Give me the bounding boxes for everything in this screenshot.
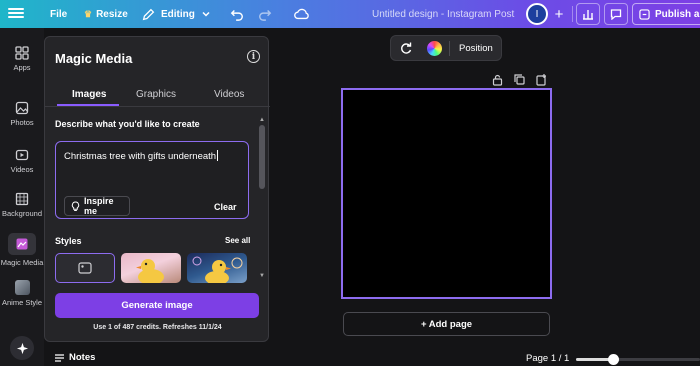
color-picker-icon[interactable] [427, 41, 442, 56]
rail-item-anime-style[interactable]: Anime Style [0, 280, 44, 307]
document-title[interactable]: Untitled design - Instagram Post [372, 0, 514, 28]
plus-icon: + [554, 5, 564, 23]
rail-label: Apps [13, 63, 31, 72]
top-bar: File ♛ Resize Editing Untitled design - … [0, 0, 700, 28]
notes-label: Notes [69, 352, 96, 363]
image-icon [78, 262, 92, 274]
styles-heading: Styles [55, 236, 82, 246]
info-icon[interactable]: i [247, 50, 260, 63]
rail-label: Magic Media [0, 258, 44, 267]
comment-button[interactable] [604, 3, 628, 25]
duck-thumbnail [136, 259, 164, 283]
avatar[interactable]: I [526, 3, 548, 25]
apps-icon [15, 46, 29, 60]
publish-label: Publish as [655, 8, 700, 20]
notes-button[interactable]: Notes [54, 352, 95, 363]
tab-images[interactable]: Images [72, 89, 106, 100]
position-button[interactable]: Position [459, 43, 493, 54]
redo-button[interactable] [258, 0, 272, 28]
rail-label: Videos [10, 165, 34, 174]
sparkle-icon [16, 342, 28, 354]
panel-scrollbar[interactable]: ▲ ▼ [259, 117, 265, 281]
redo-icon [259, 10, 272, 21]
style-option-duck-bubbles[interactable] [187, 253, 247, 283]
tab-graphics[interactable]: Graphics [136, 89, 176, 100]
lock-icon [492, 74, 503, 86]
scrollbar-thumb[interactable] [259, 125, 265, 189]
magic-media-icon [16, 238, 28, 250]
pencil-icon [142, 8, 155, 20]
add-page-icon [536, 74, 546, 86]
design-canvas[interactable] [341, 88, 552, 299]
undo-button[interactable] [230, 0, 244, 28]
lightbulb-icon [71, 201, 80, 211]
editing-mode-button[interactable]: Editing [142, 0, 211, 28]
editing-label: Editing [161, 8, 195, 20]
cloud-check-icon [294, 8, 309, 20]
crown-icon: ♛ [84, 8, 93, 19]
anime-style-icon [14, 280, 30, 295]
side-rail: Apps Photos Videos Background Magic Medi… [0, 28, 44, 366]
text-cursor [217, 150, 219, 161]
active-tab-indicator [57, 104, 119, 106]
rail-item-background[interactable]: Background [0, 192, 44, 218]
rail-label: Anime Style [1, 298, 43, 307]
publish-icon [639, 8, 650, 20]
tab-videos[interactable]: Videos [214, 89, 244, 100]
magic-media-panel: Magic Media i Images Graphics Videos Des… [44, 36, 270, 342]
see-all-link[interactable]: See all [225, 236, 250, 245]
style-none-option[interactable] [55, 253, 115, 283]
rail-label: Background [1, 209, 43, 218]
prompt-value: Christmas tree with gifts underneath [64, 151, 217, 162]
prompt-label: Describe what you'd like to create [55, 119, 200, 129]
zoom-slider[interactable] [576, 354, 700, 365]
inspire-me-button[interactable]: Inspire me [64, 196, 130, 216]
divider [572, 6, 573, 22]
rail-label: Photos [10, 118, 34, 127]
menu-icon[interactable] [8, 6, 24, 20]
publish-button[interactable]: Publish as [632, 3, 700, 25]
photos-icon [15, 101, 29, 115]
generate-image-button[interactable]: Generate image [55, 293, 259, 318]
videos-icon [15, 149, 29, 161]
style-option-duck-pastel[interactable] [121, 253, 181, 283]
element-toolbar: Position [390, 35, 502, 61]
file-menu-button[interactable]: File [50, 0, 67, 28]
clear-button[interactable]: Clear [214, 202, 237, 212]
divider [449, 41, 450, 56]
notes-icon [55, 353, 64, 362]
rail-item-videos[interactable]: Videos [0, 148, 44, 174]
panel-title: Magic Media [55, 51, 133, 66]
page-counter[interactable]: Page 1 / 1 [526, 353, 569, 364]
magic-assistant-button[interactable] [10, 336, 34, 360]
comment-icon [610, 9, 622, 20]
rail-item-photos[interactable]: Photos [0, 101, 44, 127]
credits-text: Use 1 of 487 credits. Refreshes 11/1/24 [93, 324, 222, 331]
add-page-button[interactable]: + Add page [343, 312, 550, 336]
background-icon [15, 192, 29, 206]
scroll-down-icon[interactable]: ▼ [259, 273, 265, 279]
duck-thumbnail [192, 256, 243, 283]
inspire-label: Inspire me [84, 196, 114, 216]
rotate-button[interactable] [399, 41, 413, 60]
media-tabs: Images Graphics Videos [45, 81, 270, 107]
resize-label: Resize [96, 8, 128, 20]
resize-button[interactable]: ♛ Resize [84, 0, 128, 28]
undo-icon [230, 10, 243, 21]
insights-button[interactable] [576, 3, 600, 25]
rotate-icon [401, 42, 412, 54]
rail-item-magic-media[interactable]: Magic Media [0, 233, 44, 267]
chevron-down-icon [202, 11, 210, 17]
rail-item-apps[interactable]: Apps [0, 46, 44, 72]
add-collaborator-button[interactable]: + [550, 4, 568, 24]
bar-chart-icon [583, 10, 593, 20]
bottom-bar: Notes Page 1 / 1 [44, 350, 700, 366]
save-status-button[interactable] [294, 0, 310, 28]
zoom-slider-handle[interactable] [608, 354, 620, 365]
prompt-input[interactable]: Christmas tree with gifts underneath Ins… [55, 141, 249, 219]
scroll-up-icon[interactable]: ▲ [259, 117, 265, 123]
duplicate-icon [514, 74, 525, 85]
